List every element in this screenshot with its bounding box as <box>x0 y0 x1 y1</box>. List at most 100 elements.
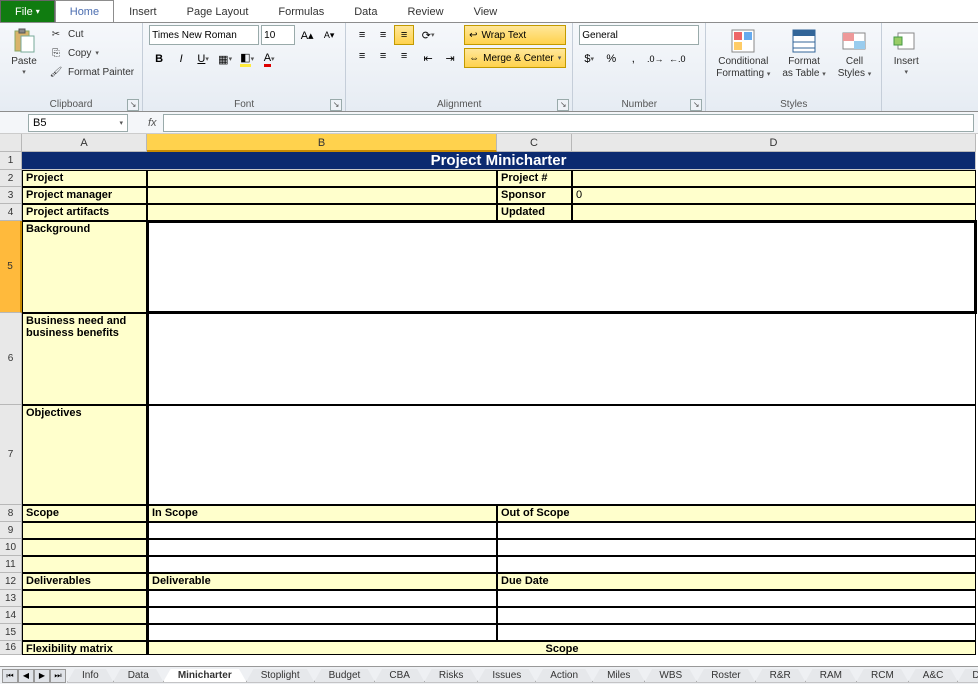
cell[interactable] <box>497 607 976 624</box>
row-header[interactable]: 4 <box>0 204 22 221</box>
paste-button[interactable]: Paste▾ <box>6 25 42 78</box>
cell[interactable] <box>147 539 497 556</box>
cut-button[interactable]: ✂Cut <box>46 25 136 43</box>
cell[interactable] <box>497 539 976 556</box>
sheet-nav-first[interactable]: ⏮ <box>2 669 18 683</box>
row-header[interactable]: 14 <box>0 607 22 624</box>
select-all-corner[interactable] <box>0 134 22 152</box>
cell[interactable] <box>497 556 976 573</box>
cell[interactable]: Flexibility matrix <box>22 641 147 655</box>
row-header[interactable]: 16 <box>0 641 22 655</box>
tab-formulas[interactable]: Formulas <box>263 0 339 22</box>
col-header-a[interactable]: A <box>22 134 147 152</box>
sheet-tab[interactable]: Roster <box>696 669 755 683</box>
cell[interactable] <box>147 624 497 641</box>
cell-styles-button[interactable]: CellStyles ▾ <box>834 25 876 81</box>
name-box[interactable]: B5▾ <box>28 114 128 132</box>
row-header[interactable]: 12 <box>0 573 22 590</box>
cell[interactable]: 0 <box>572 187 976 204</box>
tab-home[interactable]: Home <box>55 0 114 22</box>
dialog-launcher[interactable]: ↘ <box>127 99 139 111</box>
align-right[interactable]: ≡ <box>394 46 414 66</box>
sheet-nav-prev[interactable]: ◀ <box>18 669 34 683</box>
cell[interactable] <box>147 522 497 539</box>
cell[interactable] <box>147 556 497 573</box>
comma-button[interactable]: , <box>623 49 643 69</box>
sheet-tab[interactable]: CBA <box>374 669 425 683</box>
cell[interactable]: Sponsor <box>497 187 572 204</box>
align-bottom[interactable]: ≡ <box>394 25 414 45</box>
percent-button[interactable]: % <box>601 49 621 69</box>
decrease-indent[interactable]: ⇤ <box>418 48 438 68</box>
cell[interactable]: Scope <box>147 641 976 655</box>
formula-bar[interactable] <box>163 114 974 132</box>
row-header[interactable]: 8 <box>0 505 22 522</box>
cell[interactable]: Updated <box>497 204 572 221</box>
insert-cells-button[interactable]: Insert▾ <box>888 25 924 78</box>
sheet-tab[interactable]: RAM <box>805 669 857 683</box>
sheet-tab[interactable]: A&C <box>908 669 959 683</box>
sheet-nav-last[interactable]: ⏭ <box>50 669 66 683</box>
italic-button[interactable]: I <box>171 49 191 69</box>
sheet-tab-active[interactable]: Minicharter <box>163 669 247 683</box>
underline-button[interactable]: U▾ <box>193 49 213 69</box>
cell[interactable]: Scope <box>22 505 147 522</box>
sheet-tab[interactable]: RCM <box>856 669 909 683</box>
number-format-combo[interactable] <box>579 25 699 45</box>
tab-page-layout[interactable]: Page Layout <box>172 0 264 22</box>
row-header[interactable]: 13 <box>0 590 22 607</box>
cell[interactable]: Objectives <box>22 405 147 505</box>
row-header[interactable]: 9 <box>0 522 22 539</box>
cell[interactable] <box>147 590 497 607</box>
format-painter-button[interactable]: 🖌Format Painter <box>46 63 136 81</box>
cell[interactable]: Background <box>22 221 147 313</box>
cell[interactable]: In Scope <box>147 505 497 522</box>
tab-view[interactable]: View <box>459 0 513 22</box>
sheet-tab[interactable]: Miles <box>592 669 645 683</box>
dialog-launcher[interactable]: ↘ <box>690 99 702 111</box>
row-header[interactable]: 2 <box>0 170 22 187</box>
cell[interactable] <box>147 405 976 505</box>
tab-insert[interactable]: Insert <box>114 0 172 22</box>
orientation-button[interactable]: ⟳▾ <box>418 25 438 45</box>
shrink-font-button[interactable]: A▾ <box>319 25 339 45</box>
cell[interactable]: Project manager <box>22 187 147 204</box>
cell[interactable] <box>147 170 497 187</box>
sheet-tab[interactable]: WBS <box>644 669 697 683</box>
col-header-b[interactable]: B <box>147 134 497 152</box>
cell[interactable] <box>572 204 976 221</box>
borders-button[interactable]: ▦▾ <box>215 49 235 69</box>
increase-indent[interactable]: ⇥ <box>440 48 460 68</box>
sheet-tab[interactable]: Action <box>535 669 593 683</box>
sheet-nav-next[interactable]: ▶ <box>34 669 50 683</box>
fill-color-button[interactable]: ◧▾ <box>237 49 257 69</box>
col-header-c[interactable]: C <box>497 134 572 152</box>
title-cell[interactable]: Project Minicharter <box>22 152 976 170</box>
align-left[interactable]: ≡ <box>352 46 372 66</box>
cell[interactable] <box>22 590 147 607</box>
sheet-tab[interactable]: Decision <box>957 669 978 683</box>
row-header[interactable]: 6 <box>0 313 22 405</box>
copy-button[interactable]: ⎘Copy▾ <box>46 44 136 62</box>
cell[interactable] <box>22 556 147 573</box>
dialog-launcher[interactable]: ↘ <box>330 99 342 111</box>
cell[interactable] <box>147 607 497 624</box>
format-as-table-button[interactable]: Formatas Table ▾ <box>778 25 829 81</box>
sheet-tab[interactable]: Info <box>67 669 114 683</box>
cell[interactable] <box>22 539 147 556</box>
col-header-d[interactable]: D <box>572 134 976 152</box>
font-name-combo[interactable] <box>149 25 259 45</box>
cell[interactable] <box>497 522 976 539</box>
selected-cell[interactable] <box>147 221 976 313</box>
row-header[interactable]: 7 <box>0 405 22 505</box>
cell[interactable] <box>497 590 976 607</box>
row-header[interactable]: 11 <box>0 556 22 573</box>
cell[interactable]: Project artifacts <box>22 204 147 221</box>
cell[interactable] <box>22 607 147 624</box>
cell[interactable]: Business need and business benefits <box>22 313 147 405</box>
cell[interactable]: Project <box>22 170 147 187</box>
row-header[interactable]: 10 <box>0 539 22 556</box>
cell[interactable]: Deliverable <box>147 573 497 590</box>
cell[interactable] <box>147 187 497 204</box>
cell[interactable] <box>147 204 497 221</box>
